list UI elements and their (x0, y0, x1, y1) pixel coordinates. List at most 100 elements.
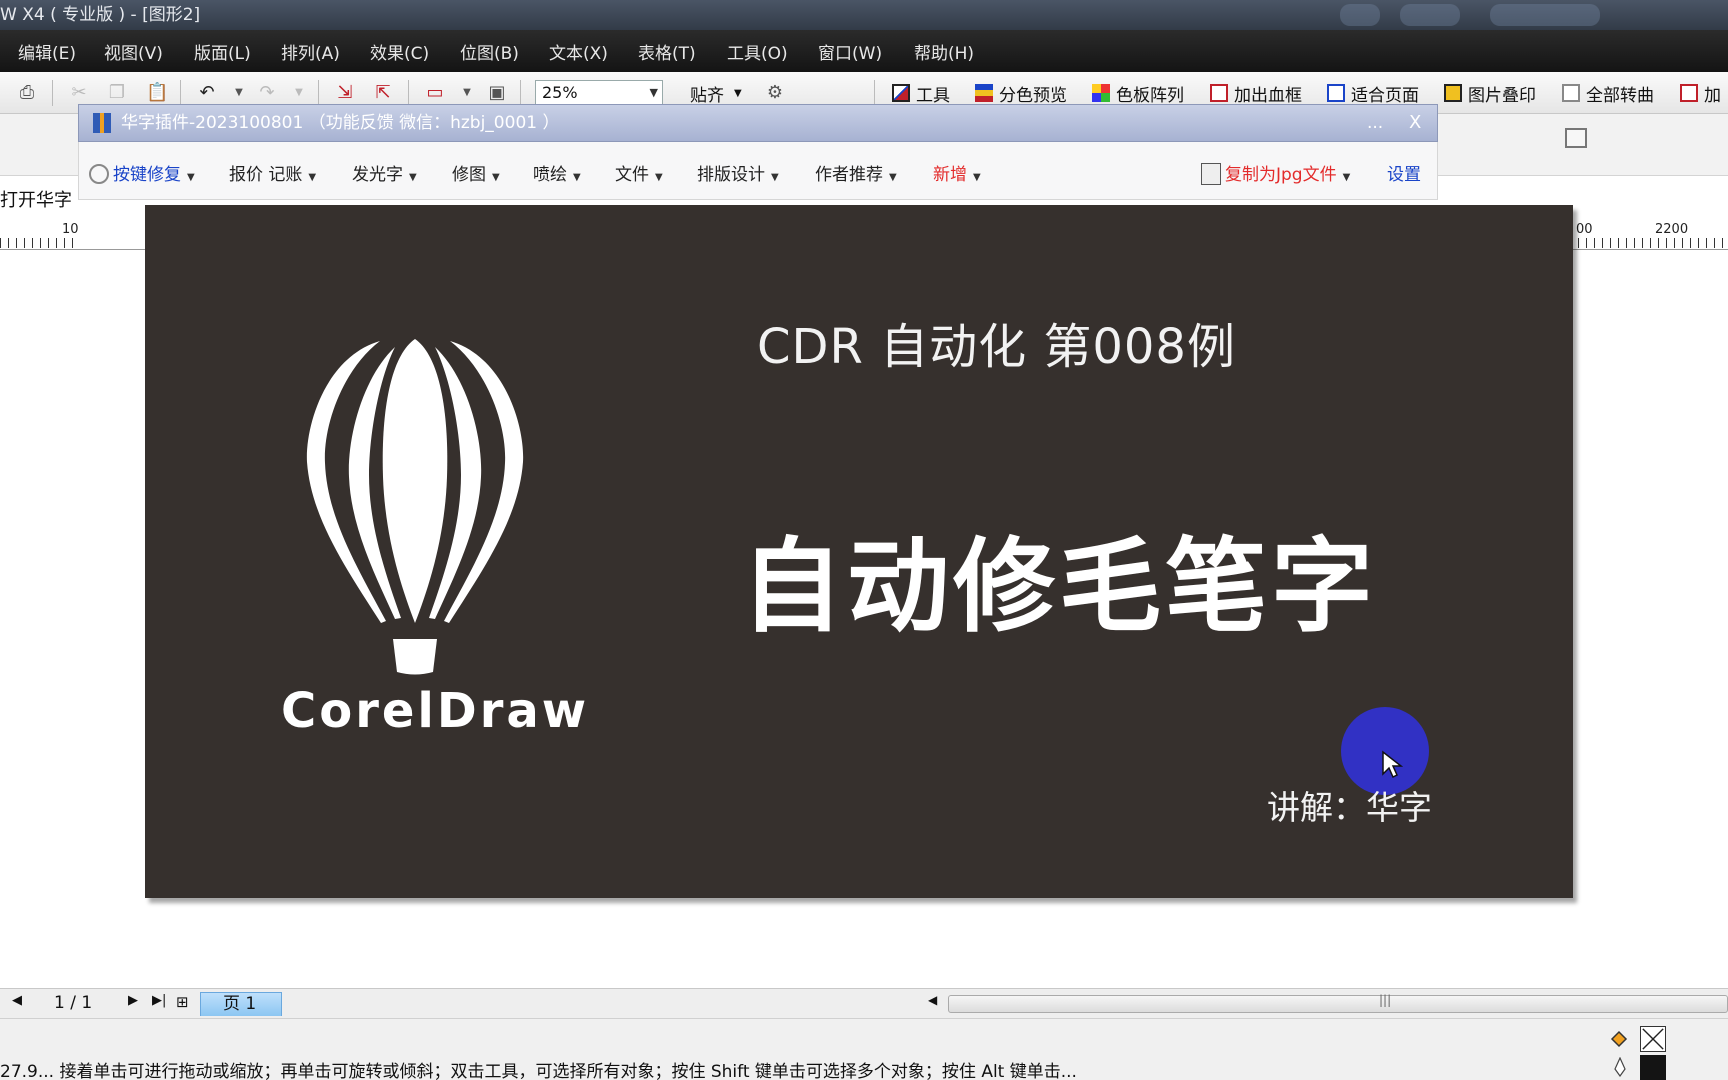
slide-subtitle: CDR 自动化 第008例 (757, 319, 1236, 375)
plugin-tools-button[interactable]: 工具 (892, 80, 950, 106)
no-fill-swatch[interactable] (1640, 1026, 1666, 1052)
menu-edit[interactable]: 编辑(E) (18, 39, 76, 64)
image-overprint-button[interactable]: 图片叠印 (1444, 80, 1536, 106)
fit-page-button[interactable]: 适合页面 (1327, 80, 1419, 106)
print-icon[interactable]: ⎙ (16, 82, 38, 104)
outline-color-swatch[interactable] (1640, 1055, 1666, 1080)
plugin-menu-layout-design[interactable]: 排版设计 ▼ (697, 160, 779, 185)
launcher-dropdown-icon[interactable]: ▼ (456, 82, 478, 104)
bleed-frame-label: 加出血框 (1234, 85, 1302, 106)
menu-help[interactable]: 帮助(H) (914, 39, 974, 64)
menu-effects[interactable]: 效果(C) (370, 39, 429, 64)
chevron-down-icon: ▼ (187, 172, 195, 183)
plugin-menu-quote-label: 报价 记账 (229, 165, 303, 185)
ruler-label: 00 (1576, 222, 1593, 237)
convert-curves-label: 全部转曲 (1586, 85, 1654, 106)
menu-tools[interactable]: 工具(O) (727, 39, 788, 64)
welcome-screen-icon[interactable]: ▣ (486, 82, 508, 104)
add-icon (1680, 84, 1698, 102)
menu-window[interactable]: 窗口(W) (818, 39, 882, 64)
image-overprint-icon (1444, 84, 1462, 102)
menu-text[interactable]: 文本(X) (549, 39, 608, 64)
blurred-taskbar-icon (1490, 4, 1600, 26)
settings-link[interactable]: 设置 (1387, 160, 1421, 185)
chevron-down-icon: ▼ (649, 86, 658, 99)
plugin-menu-retouch[interactable]: 修图 ▼ (452, 160, 500, 185)
plugin-menu-key-repair[interactable]: 按键修复 ▼ (89, 160, 195, 185)
ruler-ticks (1578, 238, 1728, 248)
image-overprint-label: 图片叠印 (1468, 85, 1536, 106)
plugin-menu-author-picks-label: 作者推荐 (815, 165, 883, 185)
plugin-menu-spray[interactable]: 喷绘 ▼ (533, 160, 581, 185)
plugin-window-title-bar[interactable]: 华字插件-2023100801 （功能反馈 微信：hzbj_0001 ） ...… (78, 104, 1438, 142)
menu-arrange[interactable]: 排列(A) (281, 39, 340, 64)
outline-pen-icon[interactable] (1613, 1057, 1627, 1077)
page-counter: 1 / 1 (54, 993, 93, 1013)
snap-to-button[interactable]: 贴齐 ▼ (690, 80, 742, 106)
plugin-menu-quote[interactable]: 报价 记账 ▼ (229, 160, 316, 185)
separation-preview-icon (975, 84, 993, 102)
options-icon[interactable]: ⚙ (764, 82, 786, 104)
paste-icon[interactable]: 📋 (146, 82, 168, 104)
plugin-logo-icon (93, 113, 111, 133)
restore-window-icon[interactable] (1565, 128, 1587, 148)
add-page-icon[interactable]: ⊞ (176, 993, 189, 1011)
plugin-menu-spray-label: 喷绘 (533, 165, 567, 185)
add-label: 加 (1704, 85, 1721, 106)
import-icon[interactable]: ⇲ (334, 82, 356, 104)
zoom-level-value: 25% (542, 83, 578, 102)
convert-curves-icon (1562, 84, 1580, 102)
snap-label: 贴齐 (690, 85, 724, 106)
chevron-down-icon: ▼ (655, 172, 663, 183)
page-tab[interactable]: 页 1 (200, 992, 282, 1016)
scroll-left-icon[interactable]: ◀ (928, 993, 937, 1007)
ruler-ticks (0, 238, 80, 248)
chevron-down-icon: ▼ (889, 172, 897, 183)
menu-bitmaps[interactable]: 位图(B) (460, 39, 519, 64)
redo-dropdown-icon[interactable]: ▼ (288, 82, 310, 104)
chevron-down-icon: ▼ (409, 172, 417, 183)
copy-as-jpg-button[interactable]: 复制为Jpg文件 ▼ (1201, 160, 1350, 185)
undo-dropdown-icon[interactable]: ▼ (228, 82, 250, 104)
menu-layout[interactable]: 版面(L) (194, 39, 251, 64)
plugin-menu-key-repair-label: 按键修复 (113, 165, 181, 185)
separation-preview-button[interactable]: 分色预览 (975, 80, 1067, 106)
jpg-file-icon (1201, 163, 1221, 185)
plugin-menu-new[interactable]: 新增 ▼ (933, 160, 981, 185)
clock-icon (89, 164, 109, 184)
coreldraw-wordmark: CorelDraw (281, 683, 590, 739)
zoom-level-select[interactable]: 25% ▼ (535, 80, 663, 106)
plugin-menu-author-picks[interactable]: 作者推荐 ▼ (815, 160, 897, 185)
close-button[interactable]: X (1409, 105, 1421, 141)
chevron-down-icon: ▼ (771, 172, 779, 183)
tools-icon (892, 84, 910, 102)
fill-bucket-icon[interactable] (1608, 1029, 1630, 1051)
application-launcher-icon[interactable]: ▭ (424, 82, 446, 104)
menu-view[interactable]: 视图(V) (104, 39, 163, 64)
redo-icon[interactable]: ↷ (256, 82, 278, 104)
plugin-tools-label: 工具 (916, 85, 950, 106)
minimize-button[interactable]: ... (1367, 105, 1383, 141)
add-button[interactable]: 加 (1680, 80, 1721, 106)
previous-page-icon[interactable]: ◀ (12, 993, 22, 1008)
palette-array-label: 色板阵列 (1116, 85, 1184, 106)
plugin-menu-glow-text[interactable]: 发光字 ▼ (352, 160, 417, 185)
open-huazi-text[interactable]: 打开华字 (0, 186, 72, 212)
plugin-menu-file[interactable]: 文件 ▼ (615, 160, 663, 185)
export-icon[interactable]: ⇱ (372, 82, 394, 104)
undo-icon[interactable]: ↶ (196, 82, 218, 104)
canvas-page[interactable]: CorelDraw CDR 自动化 第008例 自动修毛笔字 讲解：华字 (145, 205, 1573, 898)
palette-array-button[interactable]: 色板阵列 (1092, 80, 1184, 106)
menu-table[interactable]: 表格(T) (638, 39, 696, 64)
status-bar: 27.9... 接着单击可进行拖动或缩放；再单击可旋转或倾斜；双击工具，可选择所… (0, 1018, 1728, 1080)
cut-icon[interactable]: ✂ (68, 82, 90, 104)
next-page-icon[interactable]: ▶ (128, 993, 138, 1008)
snap-dropdown-icon: ▼ (734, 87, 742, 99)
copy-icon[interactable]: ❐ (106, 82, 128, 104)
chevron-down-icon: ▼ (573, 172, 581, 183)
chevron-down-icon: ▼ (973, 172, 981, 183)
convert-curves-button[interactable]: 全部转曲 (1562, 80, 1654, 106)
bleed-frame-button[interactable]: 加出血框 (1210, 80, 1302, 106)
last-page-icon[interactable]: ▶| (152, 993, 166, 1008)
horizontal-scrollbar[interactable]: ||| (948, 993, 1728, 1013)
